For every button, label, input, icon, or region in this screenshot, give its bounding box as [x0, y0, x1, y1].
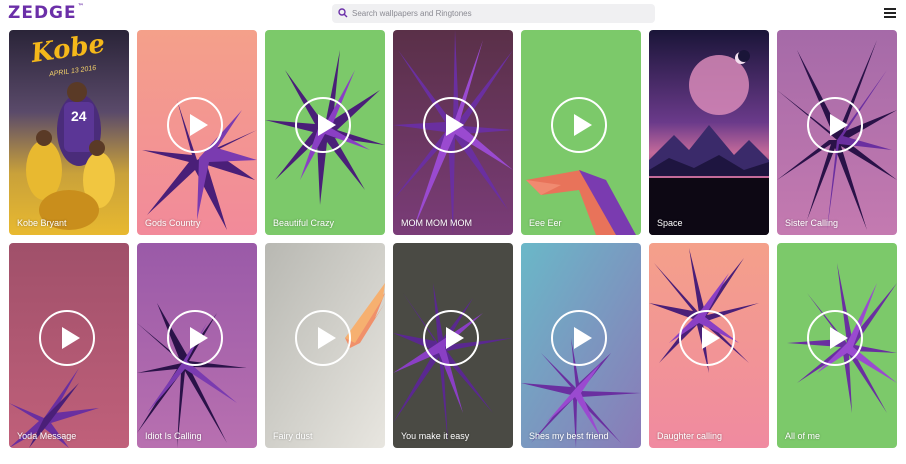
tile-label: Fairy dust: [273, 431, 313, 441]
tile-yoda-message[interactable]: Yoda Message: [9, 243, 129, 448]
tile-label: You make it easy: [401, 431, 470, 441]
hamburger-menu-icon[interactable]: [884, 8, 896, 20]
tile-you-make-it-easy[interactable]: You make it easy: [393, 243, 513, 448]
play-button[interactable]: [551, 97, 607, 153]
zedge-logo[interactable]: ZEDGE™: [8, 3, 85, 23]
tile-label: Sister Calling: [785, 218, 839, 228]
play-button[interactable]: [679, 310, 735, 366]
tile-shes-my-best-friend[interactable]: Shes my best friend: [521, 243, 641, 448]
tile-label: Idiot Is Calling: [145, 431, 202, 441]
search-icon: [338, 8, 348, 18]
tile-space[interactable]: Space: [649, 30, 769, 235]
tile-fairy-dust[interactable]: Fairy dust: [265, 243, 385, 448]
tile-label: Eee Eer: [529, 218, 562, 228]
tile-label: Beautiful Crazy: [273, 218, 335, 228]
tile-label: MOM MOM MOM: [401, 218, 472, 228]
tile-all-of-me[interactable]: All of me: [777, 243, 897, 448]
play-button[interactable]: [423, 97, 479, 153]
logo-text: ZEDGE: [8, 3, 77, 23]
space-wallpaper-art: [649, 30, 769, 235]
tile-kobe-bryant[interactable]: Kobe APRIL 13 2016 24 Kobe Bryant: [9, 30, 129, 235]
tile-label: Space: [657, 218, 683, 228]
tile-eee-eer[interactable]: Eee Eer: [521, 30, 641, 235]
jersey-number: 24: [71, 108, 87, 124]
play-button[interactable]: [807, 97, 863, 153]
tile-idiot-is-calling[interactable]: Idiot Is Calling: [137, 243, 257, 448]
tile-beautiful-crazy[interactable]: Beautiful Crazy: [265, 30, 385, 235]
play-button[interactable]: [167, 97, 223, 153]
trademark-mark: ™: [77, 3, 85, 10]
tile-label: Yoda Message: [17, 431, 77, 441]
tile-daughter-calling[interactable]: Daughter calling: [649, 243, 769, 448]
tile-label: Gods Country: [145, 218, 201, 228]
tile-label: Kobe Bryant: [17, 218, 67, 228]
play-button[interactable]: [39, 310, 95, 366]
tile-mom-mom-mom[interactable]: MOM MOM MOM: [393, 30, 513, 235]
play-button[interactable]: [551, 310, 607, 366]
tile-label: Shes my best friend: [529, 431, 609, 441]
play-button[interactable]: [295, 310, 351, 366]
search-bar[interactable]: [332, 4, 655, 23]
play-button[interactable]: [167, 310, 223, 366]
tile-label: Daughter calling: [657, 431, 723, 441]
play-button[interactable]: [423, 310, 479, 366]
tile-gods-country[interactable]: Gods Country: [137, 30, 257, 235]
play-button[interactable]: [295, 97, 351, 153]
tile-label: All of me: [785, 431, 821, 441]
top-header: ZEDGE™: [0, 0, 906, 28]
tile-sister-calling[interactable]: Sister Calling: [777, 30, 897, 235]
play-button[interactable]: [807, 310, 863, 366]
search-input[interactable]: [352, 5, 642, 22]
